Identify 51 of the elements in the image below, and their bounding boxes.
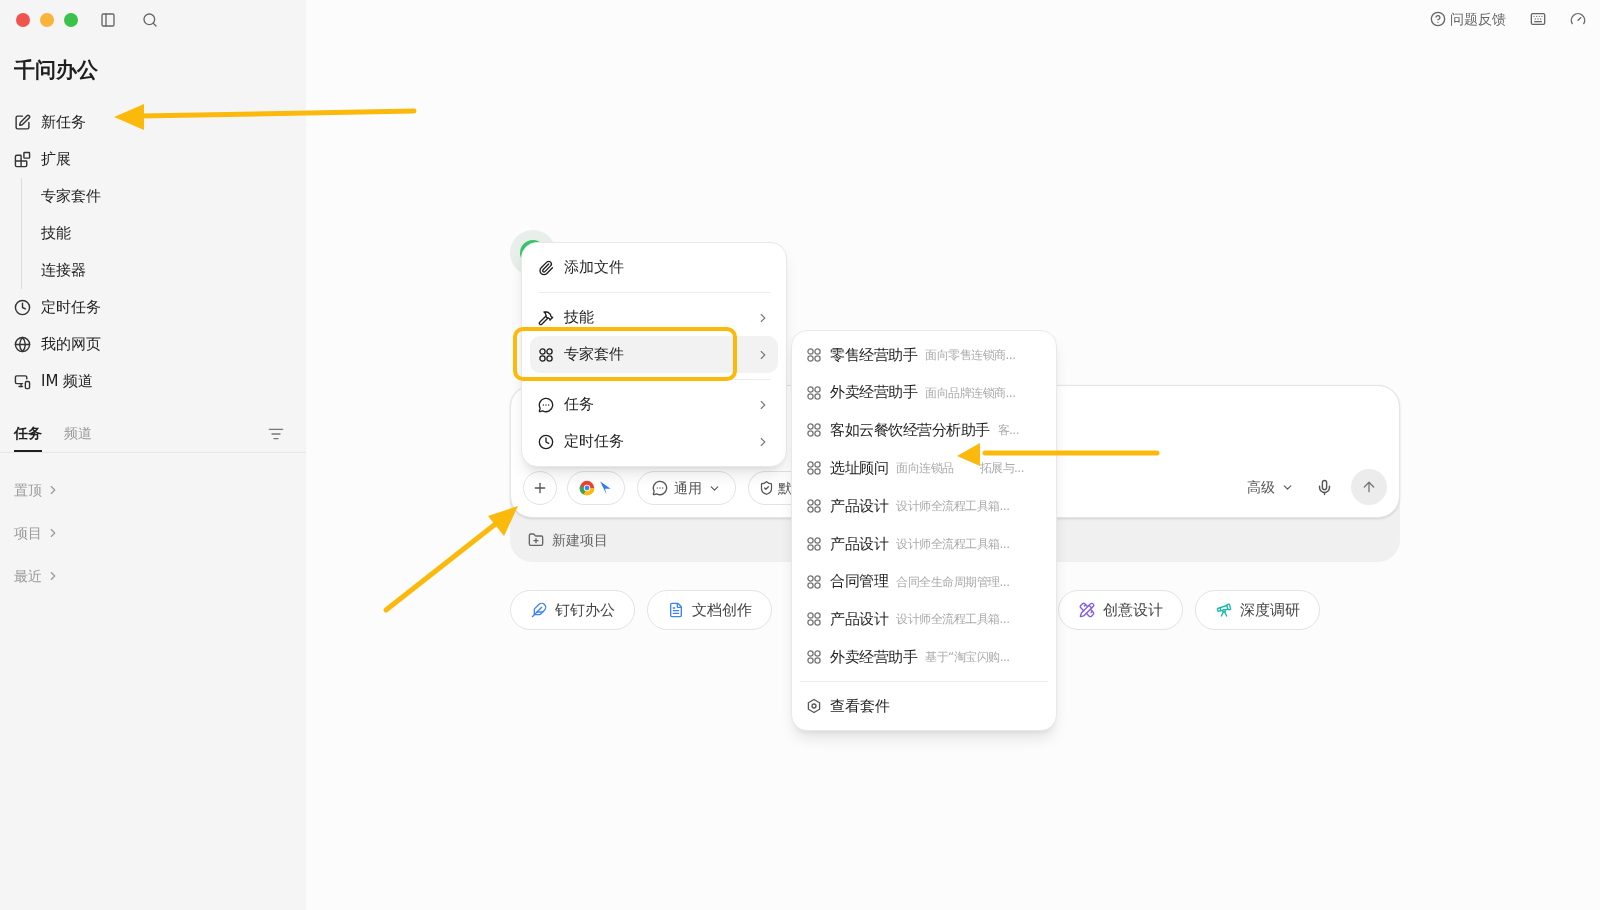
new-project-button[interactable]: 新建项目	[528, 518, 608, 562]
sidebar-item[interactable]: 定时任务	[14, 289, 109, 326]
suite-item[interactable]: 外卖经营助手 面向品牌连锁商...	[798, 373, 1050, 412]
suite-description: 面向零售连锁商...	[925, 346, 1016, 364]
suite-name: 零售经营助手	[830, 344, 917, 366]
suite-item[interactable]: 客如云餐饮经营分析助手 客...	[798, 411, 1050, 450]
suite-name: 选址顾问	[830, 458, 888, 480]
sidebar-tab[interactable]: 任务	[14, 416, 42, 452]
suite-item[interactable]: 零售经营助手 面向零售连锁商...	[798, 336, 1050, 374]
suite-name: 合同管理	[830, 571, 888, 593]
suite-description: 合同全生命周期管理...	[896, 573, 1010, 591]
suite-description: 基于“淘宝闪购...	[925, 649, 1010, 667]
suite-description: 面向品牌连锁商...	[925, 384, 1016, 402]
suite-item[interactable]: 合同管理 合同全生命周期管理...	[798, 562, 1050, 601]
suite-description: 设计师全流程工具箱...	[896, 611, 1010, 629]
sidebar-item[interactable]: 扩展	[14, 141, 79, 178]
view-suites-item[interactable]: 查看套件	[798, 687, 1050, 726]
sidebar-item[interactable]: 新任务	[14, 104, 94, 141]
suite-description: 拓展与...	[979, 460, 1024, 478]
suite-item[interactable]: 产品设计 设计师全流程工具箱...	[798, 487, 1050, 525]
suite-description: 客...	[997, 422, 1019, 440]
shortcut-chip[interactable]: 创意设计	[1058, 590, 1183, 630]
sidebar-subitem[interactable]: 专家套件	[41, 178, 101, 215]
sidebar-subitem[interactable]: 技能	[41, 215, 71, 252]
suite-item[interactable]: 产品设计 设计师全流程工具箱...	[798, 525, 1050, 563]
suite-item[interactable]: 产品设计 设计师全流程工具箱...	[798, 600, 1050, 639]
sidebar-subitem[interactable]: 连接器	[41, 252, 86, 289]
menu-item[interactable]: 技能	[530, 299, 778, 336]
shortcut-chip[interactable]: 深度调研	[1195, 590, 1320, 630]
suite-name: 客如云餐饮经营分析助手	[830, 420, 990, 442]
suite-item[interactable]: 外卖经营助手 基于“淘宝闪购...	[798, 638, 1050, 677]
sidebar-item[interactable]: 我的网页	[14, 326, 109, 363]
suite-name: 外卖经营助手	[830, 647, 917, 668]
suite-description: 面向连锁品	[896, 460, 954, 478]
suite-name: 产品设计	[830, 533, 888, 555]
suite-item[interactable]: 选址顾问 面向连锁品 拓展与...	[798, 449, 1050, 488]
shortcut-chip[interactable]: 文档创作	[647, 590, 772, 630]
menu-item[interactable]: 专家套件	[530, 336, 778, 373]
suite-name: 外卖经营助手	[830, 382, 917, 404]
suite-name: 产品设计	[830, 609, 888, 631]
suite-description: 设计师全流程工具箱...	[896, 535, 1010, 553]
menu-item[interactable]: 添加文件	[530, 249, 778, 286]
sidebar-item[interactable]: IM 频道	[14, 363, 102, 400]
suite-name: 产品设计	[830, 495, 888, 517]
level-dropdown[interactable]: 高级	[1247, 476, 1294, 498]
shortcut-chip[interactable]: 钉钉办公	[510, 590, 635, 630]
feedback-button[interactable]: 问题反馈	[1430, 8, 1506, 30]
suite-description: 设计师全流程工具箱...	[896, 498, 1010, 516]
menu-item[interactable]: 任务	[530, 386, 778, 423]
app-title: 千问办公	[14, 57, 98, 84]
menu-item[interactable]: 定时任务	[530, 423, 778, 460]
